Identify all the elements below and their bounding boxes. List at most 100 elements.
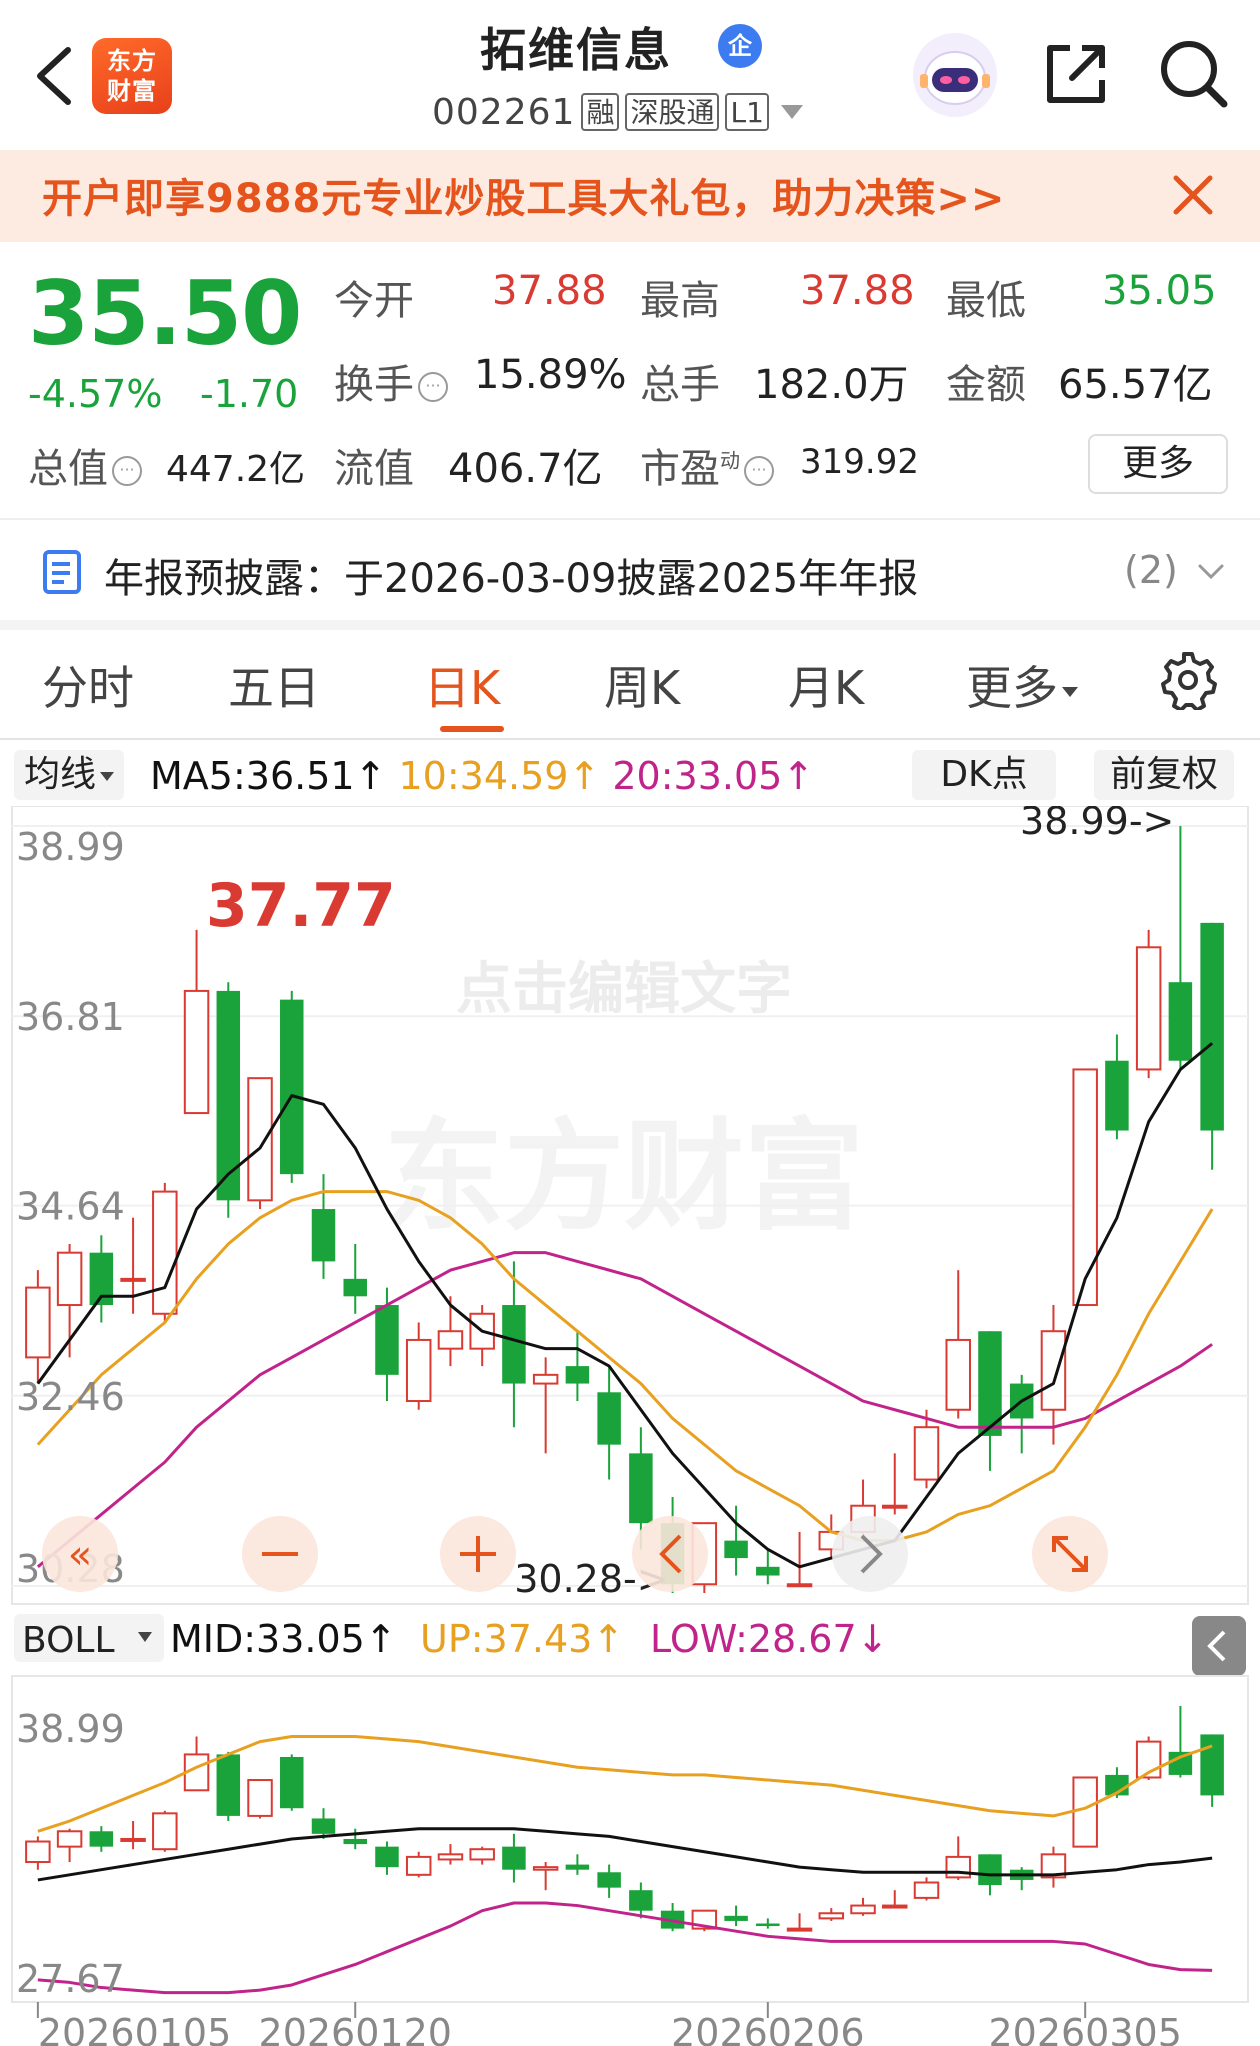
y-tick-label: 36.81	[16, 995, 125, 1039]
boll-candle-body-down	[978, 1854, 1002, 1886]
high-price-marker: 38.99->	[1020, 806, 1174, 843]
forward-adjust-button[interactable]: 前复权	[1094, 750, 1234, 800]
x-tick-label: 20260105	[38, 2011, 231, 2046]
boll-candle-body-up	[56, 1830, 83, 1848]
boll-candle-body-down	[280, 1756, 304, 1809]
back-arrow-icon[interactable]	[28, 44, 80, 108]
edit-watermark: 点击编辑文字	[456, 957, 792, 1022]
ma5-value: MA5:36.51↑	[150, 754, 387, 798]
section-divider	[0, 620, 1260, 630]
promo-text[interactable]: 开户即享9888元专业炒股工具大礼包，助力决策>>	[42, 166, 1005, 224]
x-tick-label: 20260305	[988, 2011, 1181, 2046]
kline-chart[interactable]: 点击编辑文字 东方财富 38.9936.8134.6432.4630.28 37…	[0, 806, 1260, 2046]
ma-selector[interactable]: 均线	[14, 750, 125, 800]
close-icon[interactable]	[1168, 170, 1218, 220]
enterprise-badge: 企	[718, 24, 762, 68]
turnover-label[interactable]: 换手 ···	[334, 352, 452, 410]
boll-candles-group	[25, 1706, 1224, 1932]
open-value: 37.88	[492, 268, 607, 314]
candle-body-up	[405, 1338, 432, 1403]
pe-label[interactable]: 市盈动 ···	[640, 436, 778, 494]
caret-down-icon	[1062, 686, 1078, 697]
tab-monthly-k[interactable]: 月K	[788, 652, 864, 718]
boll-candle-body-up	[532, 1866, 559, 1871]
zoom-in-button[interactable]	[440, 1516, 516, 1592]
notice-row[interactable]: 年报预披露：于2026-03-09披露2025年年报 (2)	[0, 528, 1260, 614]
boll-candle-body-up	[152, 1812, 178, 1851]
x-tick-label: 20260120	[259, 2011, 452, 2046]
promo-banner[interactable]: 开户即享9888元专业炒股工具大礼包，助力决策>>	[0, 150, 1260, 242]
search-icon[interactable]	[1158, 38, 1228, 110]
boll-low-line	[37, 1901, 1213, 1995]
amount-label: 金额	[946, 362, 1026, 408]
chevron-down-icon[interactable]	[1194, 554, 1228, 588]
margin-tag: 融	[581, 93, 620, 131]
turnover-label-text: 换手	[334, 362, 414, 408]
logo-line-1: 东方	[107, 47, 157, 75]
boll-candle-body-down	[597, 1872, 621, 1888]
ma20-line	[36, 1251, 1213, 1568]
main-axis-labels: 38.9936.8134.6432.4630.28	[16, 825, 125, 1591]
candle-body-up	[1072, 1068, 1098, 1307]
ai-assistant-icon[interactable]	[912, 32, 998, 118]
tab-five-day[interactable]: 五日	[228, 652, 320, 718]
open-label: 今开	[334, 278, 414, 324]
boll-mid-line	[37, 1827, 1213, 1882]
boll-candle-body-up	[786, 1927, 813, 1932]
boll-candle-body-up	[405, 1855, 432, 1876]
high-value: 37.88	[800, 268, 915, 314]
info-icon[interactable]: ···	[744, 456, 774, 486]
candle-body-up	[913, 1426, 940, 1481]
next-button[interactable]	[832, 1516, 908, 1592]
scroll-left-button[interactable]: «	[42, 1516, 118, 1592]
chart-tabs: 分时 五日 日K 周K 月K 更多	[0, 630, 1260, 736]
boll-candle-body-up	[850, 1904, 876, 1915]
boll-candle-body-down	[89, 1831, 114, 1847]
candle-body-down	[1105, 1060, 1129, 1131]
fullscreen-button[interactable]	[1032, 1516, 1108, 1592]
prev-button[interactable]	[632, 1516, 708, 1592]
candle-body-up	[183, 989, 210, 1115]
high-label: 最高	[640, 278, 720, 324]
y-tick-label: 34.64	[16, 1185, 125, 1229]
candle-body-down	[1200, 922, 1224, 1131]
ma10-value: 10:34.59↑	[398, 754, 601, 798]
candle-body-up	[437, 1330, 464, 1350]
info-icon[interactable]: ···	[112, 456, 142, 486]
x-tick-label: 20260206	[671, 2011, 864, 2046]
boll-candle-body-up	[247, 1779, 273, 1817]
boll-y-tick-label: 38.99	[16, 1707, 125, 1751]
zoom-out-button[interactable]	[242, 1516, 318, 1592]
info-icon[interactable]: ···	[418, 372, 448, 402]
candle-body-down	[724, 1540, 748, 1559]
tab-intraday[interactable]: 分时	[42, 652, 134, 718]
more-button[interactable]: 更多	[1088, 434, 1228, 494]
mktcap-label[interactable]: 总值 ···	[28, 436, 146, 494]
tab-more[interactable]: 更多	[966, 652, 1078, 718]
amount-value: 65.57亿	[1058, 362, 1213, 408]
change-amount: -1.70	[200, 372, 299, 416]
share-icon[interactable]	[1040, 38, 1112, 110]
caret-down-icon	[100, 771, 115, 781]
collapse-panel-button[interactable]	[1192, 1616, 1246, 1676]
low-label: 最低	[946, 278, 1026, 324]
candle-body-up	[247, 1077, 273, 1202]
notice-count: (2)	[1124, 548, 1178, 592]
stock-code-row[interactable]: 002261 融 深股通 L1	[432, 90, 803, 134]
dk-point-button[interactable]: DK点	[912, 750, 1056, 800]
boll-candle-body-down	[1200, 1734, 1224, 1796]
boll-candle-body-down	[216, 1754, 241, 1816]
active-tab-indicator	[440, 726, 504, 732]
boll-candle-body-down	[724, 1915, 748, 1921]
volume-value: 182.0万	[754, 362, 909, 408]
gear-icon[interactable]	[1158, 650, 1218, 710]
report-icon	[43, 550, 81, 594]
boll-candle-body-down	[629, 1890, 653, 1911]
tab-daily-k[interactable]: 日K	[424, 652, 500, 718]
app-header: 东方 财富 拓维信息 企 002261 融 深股通 L1	[0, 0, 1260, 150]
boll-candle-body-up	[818, 1912, 845, 1920]
tab-weekly-k[interactable]: 周K	[604, 652, 680, 718]
pe-label-text: 市盈	[640, 446, 720, 492]
change-percent: -4.57%	[28, 372, 163, 416]
brand-watermark: 东方财富	[384, 1108, 864, 1247]
